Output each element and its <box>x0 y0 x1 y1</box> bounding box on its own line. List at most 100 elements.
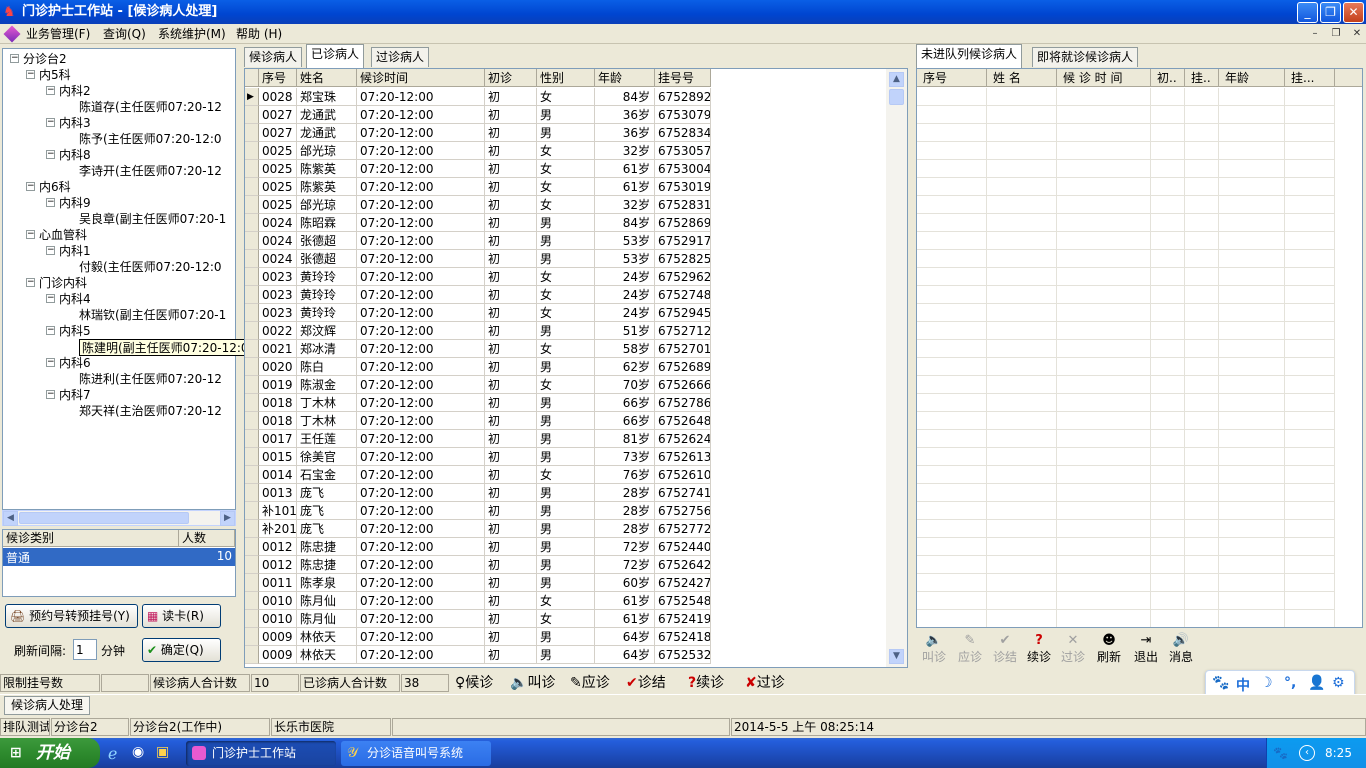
table-cell[interactable]: 6752892 <box>655 88 711 106</box>
table-cell[interactable]: 黄玲玲 <box>297 304 357 322</box>
table-cell[interactable]: 初 <box>485 574 537 592</box>
table-cell[interactable]: 6752962 <box>655 268 711 286</box>
table-cell[interactable]: 初 <box>485 232 537 250</box>
table-cell[interactable]: 07:20-12:00 <box>357 556 485 574</box>
table-cell[interactable]: 6752741 <box>655 484 711 502</box>
refresh-interval-input[interactable] <box>73 639 97 660</box>
row-indicator[interactable] <box>245 268 259 286</box>
table-cell[interactable]: 32岁 <box>595 196 655 214</box>
table-cell[interactable]: 07:20-12:00 <box>357 448 485 466</box>
table-cell[interactable]: 6753019 <box>655 178 711 196</box>
row-indicator[interactable] <box>245 502 259 520</box>
table-cell[interactable]: 0021 <box>259 340 297 358</box>
tree-toggle-icon[interactable]: − <box>26 278 35 287</box>
right-grid-header[interactable]: 年龄 <box>1219 69 1285 87</box>
department-tree[interactable]: − 分诊台2− 内5科 − 内科2 陈道存(主任医师07:20-12− 内科3 陈予(主任医师… <box>2 48 264 510</box>
table-cell[interactable]: 61岁 <box>595 160 655 178</box>
table-cell[interactable]: 07:20-12:00 <box>357 268 485 286</box>
tree-dept-node[interactable]: 分诊台2 <box>23 51 67 67</box>
table-cell[interactable]: 陈紫英 <box>297 160 357 178</box>
table-cell[interactable]: 初 <box>485 322 537 340</box>
table-cell[interactable]: 36岁 <box>595 106 655 124</box>
table-cell[interactable]: 0027 <box>259 106 297 124</box>
table-cell[interactable]: 6752419 <box>655 610 711 628</box>
table-cell[interactable]: 61岁 <box>595 610 655 628</box>
table-cell[interactable]: 男 <box>537 358 595 376</box>
table-cell[interactable]: 0017 <box>259 430 297 448</box>
tree-doctor-node[interactable]: 陈予(主任医师07:20-12:0 <box>79 131 222 147</box>
table-cell[interactable]: 初 <box>485 196 537 214</box>
table-cell[interactable]: 0028 <box>259 88 297 106</box>
tree-toggle-icon[interactable]: − <box>26 70 35 79</box>
row-indicator[interactable] <box>245 142 259 160</box>
table-cell[interactable]: 男 <box>537 556 595 574</box>
table-cell[interactable]: 初 <box>485 268 537 286</box>
table-cell[interactable]: 初 <box>485 628 537 646</box>
table-cell[interactable]: 07:20-12:00 <box>357 250 485 268</box>
table-cell[interactable]: 初 <box>485 448 537 466</box>
scroll-up-icon[interactable]: ▲ <box>889 72 904 87</box>
table-cell[interactable]: 初 <box>485 250 537 268</box>
tree-dept-node[interactable]: 内科5 <box>59 323 91 339</box>
table-cell[interactable]: 70岁 <box>595 376 655 394</box>
row-indicator[interactable] <box>245 340 259 358</box>
grid-header[interactable]: 姓名 <box>297 69 357 87</box>
row-indicator[interactable] <box>245 286 259 304</box>
table-cell[interactable]: 初 <box>485 538 537 556</box>
table-cell[interactable]: 07:20-12:00 <box>357 340 485 358</box>
table-cell[interactable]: 6752869 <box>655 214 711 232</box>
row-indicator[interactable] <box>245 610 259 628</box>
patient-grid[interactable]: 序号 姓名 候诊时间 初诊 性别 年龄 挂号号 ▶ 0028 郑宝珠 07:20-12:00 初女 84… <box>244 68 908 668</box>
table-cell[interactable]: 庞飞 <box>297 520 357 538</box>
table-cell[interactable]: 补101 <box>259 502 297 520</box>
table-cell[interactable]: 女 <box>537 268 595 286</box>
table-cell[interactable]: 0025 <box>259 160 297 178</box>
table-cell[interactable]: 6752689 <box>655 358 711 376</box>
table-cell[interactable]: 0022 <box>259 322 297 340</box>
table-cell[interactable]: 07:20-12:00 <box>357 610 485 628</box>
table-cell[interactable]: 初 <box>485 646 537 664</box>
mdi-restore-button[interactable]: ❐ <box>1328 27 1344 41</box>
table-cell[interactable]: 女 <box>537 196 595 214</box>
table-cell[interactable]: 0013 <box>259 484 297 502</box>
table-cell[interactable]: 陈淑金 <box>297 376 357 394</box>
table-cell[interactable]: 陈昭霖 <box>297 214 357 232</box>
tree-doctor-node[interactable]: 陈道存(主任医师07:20-12 <box>79 99 222 115</box>
grid-header[interactable]: 初诊 <box>485 69 537 87</box>
table-cell[interactable]: 张德超 <box>297 250 357 268</box>
table-cell[interactable]: 07:20-12:00 <box>357 502 485 520</box>
table-cell[interactable]: 初 <box>485 484 537 502</box>
tree-dept-node[interactable]: 内科3 <box>59 115 91 131</box>
table-cell[interactable]: 初 <box>485 592 537 610</box>
table-cell[interactable]: 王任莲 <box>297 430 357 448</box>
table-cell[interactable]: 陈忠捷 <box>297 538 357 556</box>
table-cell[interactable]: 24岁 <box>595 286 655 304</box>
tree-doctor-node[interactable]: 李诗开(主任医师07:20-12 <box>79 163 222 179</box>
desktop-icon[interactable]: ▣ <box>156 744 169 760</box>
table-cell[interactable]: 石宝金 <box>297 466 357 484</box>
table-cell[interactable]: 0024 <box>259 250 297 268</box>
scroll-left-icon[interactable]: ◀ <box>3 511 18 526</box>
row-indicator[interactable] <box>245 232 259 250</box>
ime-item[interactable]: 👤 <box>1308 675 1325 691</box>
row-indicator[interactable] <box>245 628 259 646</box>
row-indicator[interactable] <box>245 538 259 556</box>
grid-header[interactable]: 挂号号 <box>655 69 711 87</box>
table-cell[interactable]: 女 <box>537 304 595 322</box>
table-cell[interactable]: 07:20-12:00 <box>357 628 485 646</box>
row-indicator[interactable] <box>245 466 259 484</box>
table-cell[interactable]: 07:20-12:00 <box>357 466 485 484</box>
table-cell[interactable]: 64岁 <box>595 646 655 664</box>
maximize-button[interactable]: ❐ <box>1320 2 1341 23</box>
table-cell[interactable]: 0023 <box>259 286 297 304</box>
tree-toggle-icon[interactable]: − <box>46 390 55 399</box>
table-cell[interactable]: 76岁 <box>595 466 655 484</box>
right-grid-header[interactable]: 序号 <box>917 69 987 87</box>
read-card-button[interactable]: ▦ 读卡(R) <box>142 604 221 628</box>
table-cell[interactable]: 0012 <box>259 556 297 574</box>
row-indicator[interactable] <box>245 376 259 394</box>
row-indicator[interactable] <box>245 574 259 592</box>
table-cell[interactable]: 81岁 <box>595 430 655 448</box>
table-cell[interactable]: 女 <box>537 466 595 484</box>
table-cell[interactable]: 郑冰清 <box>297 340 357 358</box>
